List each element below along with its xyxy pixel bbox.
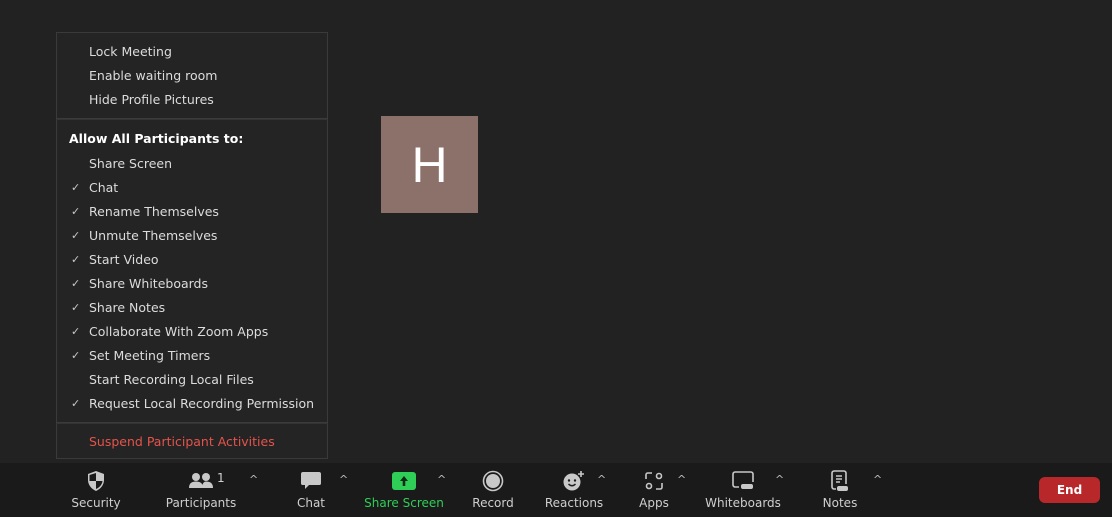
menu-item-rename-themselves[interactable]: ✓ Rename Themselves xyxy=(57,200,327,224)
record-icon xyxy=(482,470,504,492)
notes-options-caret[interactable]: ^ xyxy=(873,473,882,486)
suspend-section: Suspend Participant Activities xyxy=(57,424,327,454)
whiteboards-options-caret[interactable]: ^ xyxy=(775,473,784,486)
security-button[interactable]: Security xyxy=(66,463,126,517)
menu-item-label: Start Video xyxy=(89,252,159,267)
menu-item-label: Lock Meeting xyxy=(89,44,172,59)
meeting-toolbar: Security Participants 1 ^ Chat ^ Share S… xyxy=(0,463,1112,517)
security-label: Security xyxy=(71,496,121,510)
share-screen-options-caret[interactable]: ^ xyxy=(437,473,446,486)
menu-item-suspend-participant-activities[interactable]: Suspend Participant Activities xyxy=(57,430,327,454)
reactions-button[interactable]: Reactions xyxy=(544,463,604,517)
menu-item-label: Unmute Themselves xyxy=(89,228,218,243)
menu-divider xyxy=(57,118,327,120)
reactions-label: Reactions xyxy=(544,496,604,510)
menu-item-unmute-themselves[interactable]: ✓ Unmute Themselves xyxy=(57,224,327,248)
menu-item-set-meeting-timers[interactable]: ✓ Set Meeting Timers xyxy=(57,344,327,368)
menu-item-start-video[interactable]: ✓ Start Video xyxy=(57,248,327,272)
checkmark-icon: ✓ xyxy=(71,253,81,266)
checkmark-icon: ✓ xyxy=(71,325,81,338)
allow-participants-section: Allow All Participants to: Share Screen ✓… xyxy=(57,126,327,422)
record-button[interactable]: Record xyxy=(470,463,516,517)
menu-item-share-notes[interactable]: ✓ Share Notes xyxy=(57,296,327,320)
record-label: Record xyxy=(472,496,514,510)
menu-item-share-whiteboards[interactable]: ✓ Share Whiteboards xyxy=(57,272,327,296)
notes-button[interactable]: Notes xyxy=(820,463,860,517)
apps-button[interactable]: Apps xyxy=(636,463,672,517)
menu-item-label: Chat xyxy=(89,180,119,195)
chat-button[interactable]: Chat xyxy=(291,463,331,517)
menu-item-label: Enable waiting room xyxy=(89,68,218,83)
checkmark-icon: ✓ xyxy=(71,301,81,314)
menu-item-label: Share Notes xyxy=(89,300,166,315)
menu-item-chat[interactable]: ✓ Chat xyxy=(57,176,327,200)
shield-icon xyxy=(86,470,106,492)
menu-item-label: Share Screen xyxy=(89,156,173,171)
participants-icon xyxy=(188,470,214,492)
share-screen-icon xyxy=(392,470,416,492)
apps-options-caret[interactable]: ^ xyxy=(677,473,686,486)
participant-count: 1 xyxy=(217,471,225,485)
chat-label: Chat xyxy=(296,496,326,510)
reactions-options-caret[interactable]: ^ xyxy=(597,473,606,486)
chat-bubble-icon xyxy=(300,470,322,492)
participants-button[interactable]: Participants xyxy=(166,463,236,517)
menu-item-label: Start Recording Local Files xyxy=(89,372,254,387)
apps-icon xyxy=(644,470,664,492)
end-meeting-button[interactable]: End xyxy=(1039,477,1100,503)
checkmark-icon: ✓ xyxy=(71,205,81,218)
menu-item-enable-waiting-room[interactable]: Enable waiting room xyxy=(57,64,327,88)
menu-item-label: Request Local Recording Permission xyxy=(89,396,315,411)
menu-item-start-recording-local-files[interactable]: Start Recording Local Files xyxy=(57,368,327,392)
menu-item-label: Hide Profile Pictures xyxy=(89,92,214,107)
checkmark-icon: ✓ xyxy=(71,349,81,362)
notes-icon xyxy=(831,470,849,492)
participant-avatar: H xyxy=(381,116,478,213)
whiteboards-label: Whiteboards xyxy=(705,496,781,510)
menu-item-label: Share Whiteboards xyxy=(89,276,209,291)
participants-options-caret[interactable]: ^ xyxy=(249,473,258,486)
whiteboard-icon xyxy=(732,470,754,492)
security-menu: Lock Meeting Enable waiting room Hide Pr… xyxy=(56,32,328,459)
whiteboards-button[interactable]: Whiteboards xyxy=(705,463,781,517)
checkmark-icon: ✓ xyxy=(71,229,81,242)
menu-item-request-local-recording-permission[interactable]: ✓ Request Local Recording Permission xyxy=(57,392,327,416)
menu-item-label: Rename Themselves xyxy=(89,204,219,219)
menu-item-lock-meeting[interactable]: Lock Meeting xyxy=(57,40,327,64)
menu-item-collaborate-with-zoom-apps[interactable]: ✓ Collaborate With Zoom Apps xyxy=(57,320,327,344)
menu-item-label: Set Meeting Timers xyxy=(89,348,211,363)
meeting-options-section: Lock Meeting Enable waiting room Hide Pr… xyxy=(57,33,327,118)
checkmark-icon: ✓ xyxy=(71,181,81,194)
smiley-plus-icon xyxy=(562,470,586,492)
apps-label: Apps xyxy=(639,496,669,510)
menu-item-label: Collaborate With Zoom Apps xyxy=(89,324,269,339)
participants-label: Participants xyxy=(165,496,237,510)
menu-item-share-screen[interactable]: Share Screen xyxy=(57,152,327,176)
allow-participants-heading: Allow All Participants to: xyxy=(69,131,244,146)
menu-item-hide-profile-pictures[interactable]: Hide Profile Pictures xyxy=(57,88,327,112)
menu-item-label: Suspend Participant Activities xyxy=(89,434,275,449)
chat-options-caret[interactable]: ^ xyxy=(339,473,348,486)
share-screen-label: Share Screen xyxy=(364,496,444,510)
share-screen-button[interactable]: Share Screen xyxy=(364,463,444,517)
checkmark-icon: ✓ xyxy=(71,277,81,290)
checkmark-icon: ✓ xyxy=(71,397,81,410)
notes-label: Notes xyxy=(822,496,858,510)
